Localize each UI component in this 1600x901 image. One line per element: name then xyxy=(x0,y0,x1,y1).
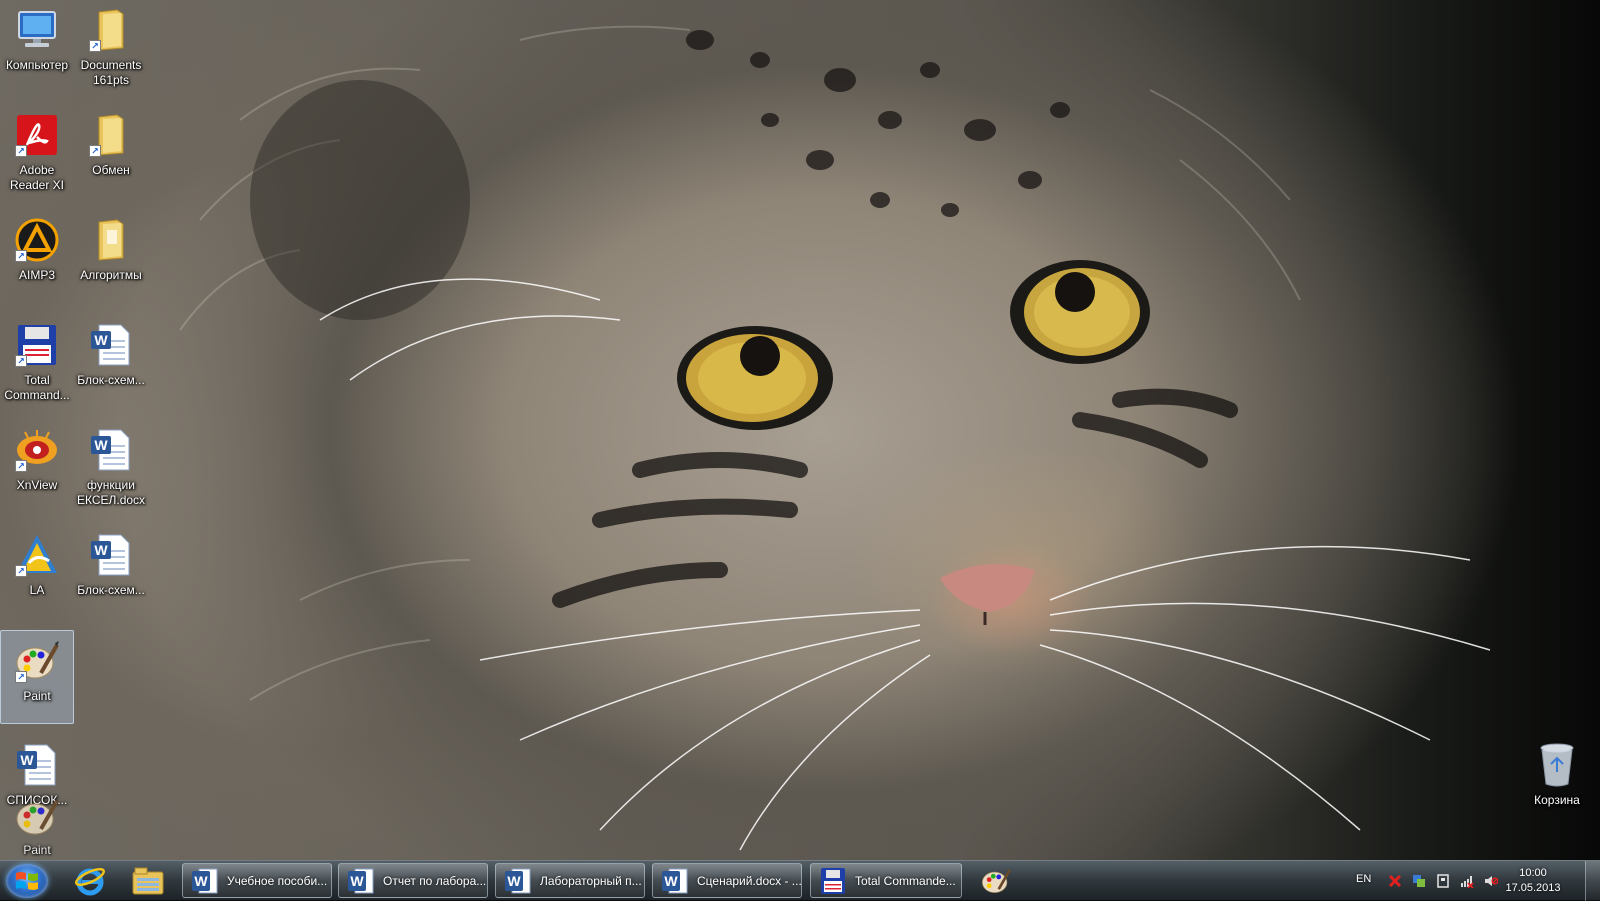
antivirus-icon[interactable] xyxy=(1388,874,1402,888)
shortcut-arrow-icon: ↗ xyxy=(15,671,27,683)
svg-text:W: W xyxy=(94,437,108,453)
svg-text:W: W xyxy=(94,332,108,348)
svg-text:W: W xyxy=(194,873,208,889)
desktop-icon-recycle-bin[interactable]: Корзина xyxy=(1520,735,1594,829)
desktop-icon-label: Компьютер xyxy=(5,58,69,72)
system-clock[interactable]: 10:00 17.05.2013 xyxy=(1498,866,1568,896)
desktop-icon-total-commander[interactable]: ↗ Total Command... xyxy=(0,315,74,409)
folder-icon: ↗ xyxy=(87,6,135,54)
taskbar: W Учебное пособи... W Отчет по лабора...… xyxy=(0,860,1600,901)
desktop-icon-documents[interactable]: ↗ Documents 161pts xyxy=(74,0,148,94)
language-indicator[interactable]: EN xyxy=(1356,873,1371,885)
folder-icon xyxy=(87,216,135,264)
pinned-internet-explorer[interactable] xyxy=(62,863,118,899)
network-share-icon[interactable] xyxy=(1412,874,1426,888)
task-label: Лабораторный п... xyxy=(540,873,642,888)
word-icon: W xyxy=(347,867,375,895)
shortcut-arrow-icon: ↗ xyxy=(89,145,101,157)
desktop-icon-xnview[interactable]: ↗ XnView xyxy=(0,420,74,514)
file-explorer-icon xyxy=(132,867,164,895)
desktop-icon-label: AIMP3 xyxy=(18,268,55,282)
clock-date: 17.05.2013 xyxy=(1505,882,1561,894)
word-icon: W xyxy=(504,867,532,895)
la-icon: ↗ xyxy=(13,531,61,579)
svg-text:W: W xyxy=(507,873,521,889)
shortcut-arrow-icon: ↗ xyxy=(15,145,27,157)
shortcut-arrow-icon: ↗ xyxy=(15,460,27,472)
desktop-icon-paint[interactable]: ↗ Paint xyxy=(0,630,74,724)
desktop-icon-label: Documents 161pts xyxy=(80,58,142,87)
paint-icon xyxy=(13,794,61,839)
network-signal-icon[interactable] xyxy=(1460,874,1474,888)
svg-text:W: W xyxy=(94,542,108,558)
desktop-wallpaper xyxy=(0,0,1600,860)
shortcut-arrow-icon: ↗ xyxy=(89,40,101,52)
paint-icon: ↗ xyxy=(13,637,61,685)
internet-explorer-icon xyxy=(74,867,106,896)
task-label: Отчет по лабора... xyxy=(383,873,487,888)
paint-icon xyxy=(982,869,1011,893)
desktop-icon-blok-shem-2[interactable]: W Блок-схем... xyxy=(74,525,148,619)
desktop-icon-label: Блок-схем... xyxy=(77,583,145,597)
shortcut-arrow-icon: ↗ xyxy=(15,250,27,262)
taskbar-task-otchet[interactable]: W Отчет по лабора... xyxy=(338,863,488,898)
desktop-icon-label: LA xyxy=(29,583,45,597)
desktop-icon-label: Total Command... xyxy=(4,373,70,402)
desktop-icon-label: Корзина xyxy=(1534,793,1580,807)
desktop-icon-adobe-reader[interactable]: ↗ Adobe Reader XI xyxy=(0,105,74,199)
word-document-icon: W xyxy=(13,741,61,789)
svg-text:W: W xyxy=(664,873,678,889)
desktop-icon-aimp3[interactable]: ↗ AIMP3 xyxy=(0,210,74,304)
word-document-icon: W xyxy=(87,321,135,369)
word-document-icon: W xyxy=(87,426,135,474)
word-icon: W xyxy=(191,867,219,895)
volume-muted-icon[interactable] xyxy=(1484,874,1498,888)
taskbar-task-scenarii[interactable]: W Сценарий.docx - ... xyxy=(652,863,802,898)
desktop-icon-label: Paint xyxy=(23,843,51,857)
shortcut-arrow-icon: ↗ xyxy=(15,565,27,577)
desktop-icon-label: Paint xyxy=(23,689,51,703)
shortcut-arrow-icon: ↗ xyxy=(15,355,27,367)
folder-icon: ↗ xyxy=(87,111,135,159)
desktop-icon-label: Блок-схем... xyxy=(77,373,145,387)
aimp-icon: ↗ xyxy=(13,216,61,264)
recycle-bin-icon xyxy=(1533,741,1581,789)
start-button[interactable] xyxy=(6,864,48,898)
pinned-paint[interactable] xyxy=(968,863,1024,899)
desktop-icon-label: Алгоритмы xyxy=(80,268,142,282)
desktop-icon-la[interactable]: ↗ LA xyxy=(0,525,74,619)
taskbar-task-total-commander[interactable]: Total Commande... xyxy=(810,863,962,898)
task-label: Total Commande... xyxy=(855,873,956,888)
taskbar-task-uchebnoe-posobie[interactable]: W Учебное пособи... xyxy=(182,863,332,898)
show-desktop-button[interactable] xyxy=(1585,861,1600,901)
desktop-icon-blok-shem-1[interactable]: W Блок-схем... xyxy=(74,315,148,409)
desktop-icon-paint-dragging[interactable]: Paint xyxy=(0,788,74,858)
word-icon: W xyxy=(661,867,689,895)
total-commander-icon: ↗ xyxy=(13,321,61,369)
desktop-icon-label: функции ЕКСЕЛ.docx xyxy=(76,478,146,507)
desktop-icon-algoritmy[interactable]: Алгоритмы xyxy=(74,210,148,304)
usb-device-icon[interactable] xyxy=(1436,874,1450,888)
desktop-icon-funkcii-eksel[interactable]: W функции ЕКСЕЛ.docx xyxy=(74,420,148,514)
desktop-icon-label: XnView xyxy=(16,478,58,492)
task-label: Сценарий.docx - ... xyxy=(697,873,802,888)
svg-text:W: W xyxy=(20,752,34,768)
desktop-icon-computer[interactable]: Компьютер xyxy=(0,0,74,94)
desktop-icon-label: Adobe Reader XI xyxy=(9,163,65,192)
desktop-icon-label: Обмен xyxy=(92,163,130,177)
taskbar-task-laboratornyi[interactable]: W Лабораторный п... xyxy=(495,863,645,898)
xnview-icon: ↗ xyxy=(13,426,61,474)
adobe-reader-icon: ↗ xyxy=(13,111,61,159)
svg-text:W: W xyxy=(350,873,364,889)
windows-logo-icon xyxy=(16,872,38,890)
computer-icon xyxy=(13,6,61,54)
pinned-file-explorer[interactable] xyxy=(120,863,176,899)
word-document-icon: W xyxy=(87,531,135,579)
clock-time: 10:00 xyxy=(1519,867,1547,879)
desktop-icon-obmen[interactable]: ↗ Обмен xyxy=(74,105,148,199)
total-commander-icon xyxy=(819,867,847,895)
task-label: Учебное пособи... xyxy=(227,873,328,888)
